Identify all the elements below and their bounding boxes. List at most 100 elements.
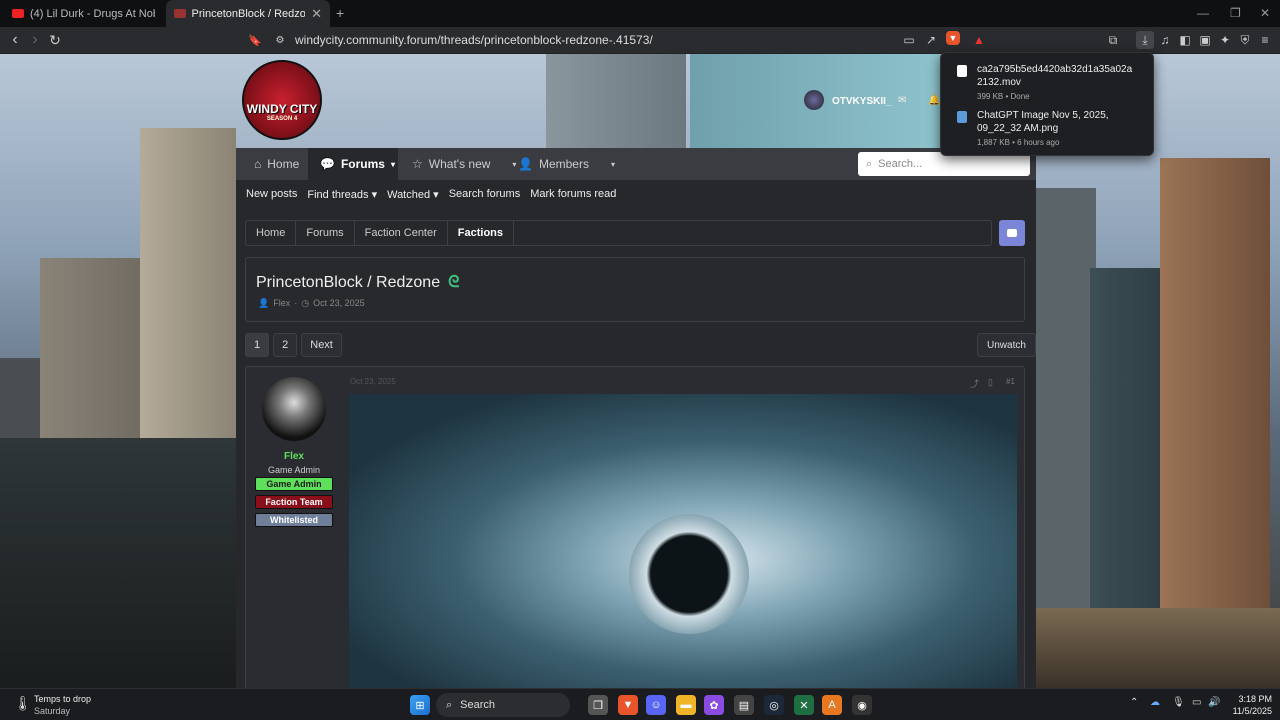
leo-ai-icon[interactable]: ✦ (1216, 31, 1234, 49)
tab-forum[interactable]: PrincetonBlock / Redzone | W ✕ (166, 0, 330, 27)
thread-author[interactable]: Flex (273, 298, 290, 309)
thread-date[interactable]: Oct 23, 2025 (313, 298, 365, 309)
weather-icon[interactable]: 🌡 (14, 695, 32, 712)
next-page-button[interactable]: Next (301, 333, 342, 357)
logo-subtext: SEASON 4 (266, 116, 298, 122)
subnav-search-forums[interactable]: Search forums (449, 188, 521, 201)
onedrive-icon[interactable]: ☁ (1150, 697, 1160, 708)
reload-icon[interactable]: ↻ (46, 31, 64, 49)
bookmark-icon[interactable]: ▯ (988, 377, 993, 388)
weather-title[interactable]: Temps to drop (34, 694, 91, 704)
unwatch-button[interactable]: Unwatch (977, 333, 1036, 357)
inbox-icon[interactable]: ✉ (898, 95, 906, 106)
nav-members[interactable]: 👤 Members ▾ (518, 148, 615, 180)
subnav-new-posts[interactable]: New posts (246, 188, 297, 201)
download-filename: ChatGPT Image Nov 5, 2025, 09_22_32 AM.p… (977, 110, 1109, 134)
download-item[interactable]: ChatGPT Image Nov 5, 2025, 09_22_32 AM.p… (941, 101, 1153, 147)
image-file-icon (957, 111, 967, 123)
volume-icon[interactable]: 🔊 (1208, 697, 1220, 708)
file-explorer-icon[interactable]: ▬ (676, 695, 696, 715)
steam-icon[interactable]: ◎ (764, 695, 784, 715)
store-icon[interactable]: ▤ (734, 695, 754, 715)
subnav-mark-read[interactable]: Mark forums read (530, 188, 616, 201)
chevron-down-icon[interactable]: ▾ (391, 160, 395, 169)
username-link[interactable]: OTVKYSKII_ (832, 96, 891, 107)
author-avatar[interactable] (262, 377, 326, 441)
taskbar-search[interactable]: ⌕ Search (436, 693, 570, 717)
discord-app-icon[interactable]: ☺ (646, 695, 666, 715)
post-date[interactable]: Oct 23, 2025 (350, 377, 396, 386)
gang-sign-icon: ᘓ (448, 274, 460, 291)
cast-icon[interactable]: ▭ (900, 31, 918, 49)
site-logo[interactable]: WINDY CITY SEASON 4 (242, 60, 322, 140)
page-2-button[interactable]: 2 (273, 333, 298, 357)
comments-icon: 💬 (320, 157, 335, 171)
subnav-watched[interactable]: Watched ▾ (387, 188, 439, 201)
downloads-icon[interactable]: ⤓ (1136, 31, 1154, 49)
menu-icon[interactable]: ≡ (1256, 31, 1274, 49)
post-image[interactable] (349, 394, 1017, 688)
minimize-icon[interactable]: — (1197, 6, 1209, 20)
close-tab-icon[interactable]: ✕ (311, 6, 322, 22)
subnav-find-threads[interactable]: Find threads ▾ (307, 188, 377, 201)
address-bar[interactable]: windycity.community.forum/threads/prince… (295, 33, 653, 47)
chevron-up-icon[interactable]: ⌃ (1130, 697, 1138, 708)
post-number[interactable]: #1 (1006, 377, 1015, 386)
restore-icon[interactable]: ❐ (1230, 6, 1241, 20)
nav-home[interactable]: ⌂ Home (254, 148, 299, 180)
download-item[interactable]: ca2a795b5ed4420ab32d1a35a02a2132.mov 399… (941, 53, 1153, 101)
discord-icon (1007, 229, 1017, 237)
breadcrumb-faction-center[interactable]: Faction Center (355, 221, 448, 245)
xbox-icon[interactable]: ✕ (794, 695, 814, 715)
bookmark-icon[interactable]: 🔖 (246, 31, 264, 49)
chatgpt-icon[interactable]: ◉ (852, 695, 872, 715)
badge-faction-team: Faction Team (255, 495, 333, 509)
microphone-icon[interactable]: 🎙 (1172, 697, 1185, 708)
youtube-icon (12, 9, 24, 18)
task-view-icon[interactable]: ❐ (588, 695, 608, 715)
new-tab-button[interactable]: + (336, 5, 344, 21)
windows-taskbar: 🌡 Temps to drop Saturday ⊞ ⌕ Search ❐ ▼ … (0, 688, 1280, 720)
sidebar-toggle-icon[interactable]: ⧉ (1104, 31, 1122, 49)
nav-label: Forums (340, 157, 385, 171)
chevron-down-icon[interactable]: ▾ (512, 160, 516, 169)
chevron-down-icon[interactable]: ▾ (611, 160, 615, 169)
breadcrumb-factions[interactable]: Factions (448, 221, 515, 245)
vpn-icon[interactable]: ⛨ (1236, 31, 1254, 49)
wallet-icon[interactable]: ▣ (1196, 31, 1214, 49)
clock-time: 3:18 PM (1238, 694, 1272, 704)
address-toolbar: ‹ › ↻ 🔖 ⚙ windycity.community.forum/thre… (0, 27, 1280, 54)
nav-whats-new[interactable]: ☆ What's new ▾ (412, 148, 516, 180)
network-icon[interactable]: ▭ (1192, 697, 1201, 708)
star-icon: ☆ (412, 157, 423, 171)
share-icon[interactable]: ⤴ (970, 377, 979, 390)
breadcrumb-forums[interactable]: Forums (296, 221, 355, 245)
weather-subtitle[interactable]: Saturday (34, 706, 70, 716)
post-author-name[interactable]: Flex (246, 451, 342, 462)
close-window-icon[interactable]: ✕ (1260, 6, 1270, 20)
alerts-bell-icon[interactable]: 🔔 (928, 95, 940, 106)
search-icon: ⌕ (866, 157, 873, 170)
discord-button[interactable] (999, 220, 1025, 246)
post-author-title: Game Admin (267, 465, 321, 475)
share-icon[interactable]: ↗ (922, 31, 940, 49)
breadcrumb-home[interactable]: Home (246, 221, 297, 245)
media-icon[interactable]: ♫ (1156, 31, 1174, 49)
user-avatar[interactable] (804, 90, 824, 110)
sidebar-icon[interactable]: ◧ (1176, 31, 1194, 49)
page-1-button[interactable]: 1 (245, 333, 270, 357)
copilot-icon[interactable]: ✿ (704, 695, 724, 715)
search-icon: ⌕ (446, 698, 453, 711)
nav-forums[interactable]: 💬 Forums ▾ (308, 148, 398, 180)
back-icon[interactable]: ‹ (6, 31, 24, 49)
app-a-icon[interactable]: A (822, 695, 842, 715)
tab-youtube[interactable]: (4) Lil Durk - Drugs At Nobu (Unrelea (4, 0, 164, 27)
brave-shields-icon[interactable]: ▼ (946, 31, 960, 45)
forward-icon[interactable]: › (26, 31, 44, 49)
site-info-icon[interactable]: ⚙ (271, 31, 289, 49)
nav-label: Home (267, 157, 300, 171)
clock[interactable]: 3:18 PM 11/5/2025 (1224, 693, 1272, 717)
brave-app-icon[interactable]: ▼ (618, 695, 638, 715)
start-button-icon[interactable]: ⊞ (410, 695, 430, 715)
brave-rewards-icon[interactable]: ▲ (970, 31, 988, 49)
